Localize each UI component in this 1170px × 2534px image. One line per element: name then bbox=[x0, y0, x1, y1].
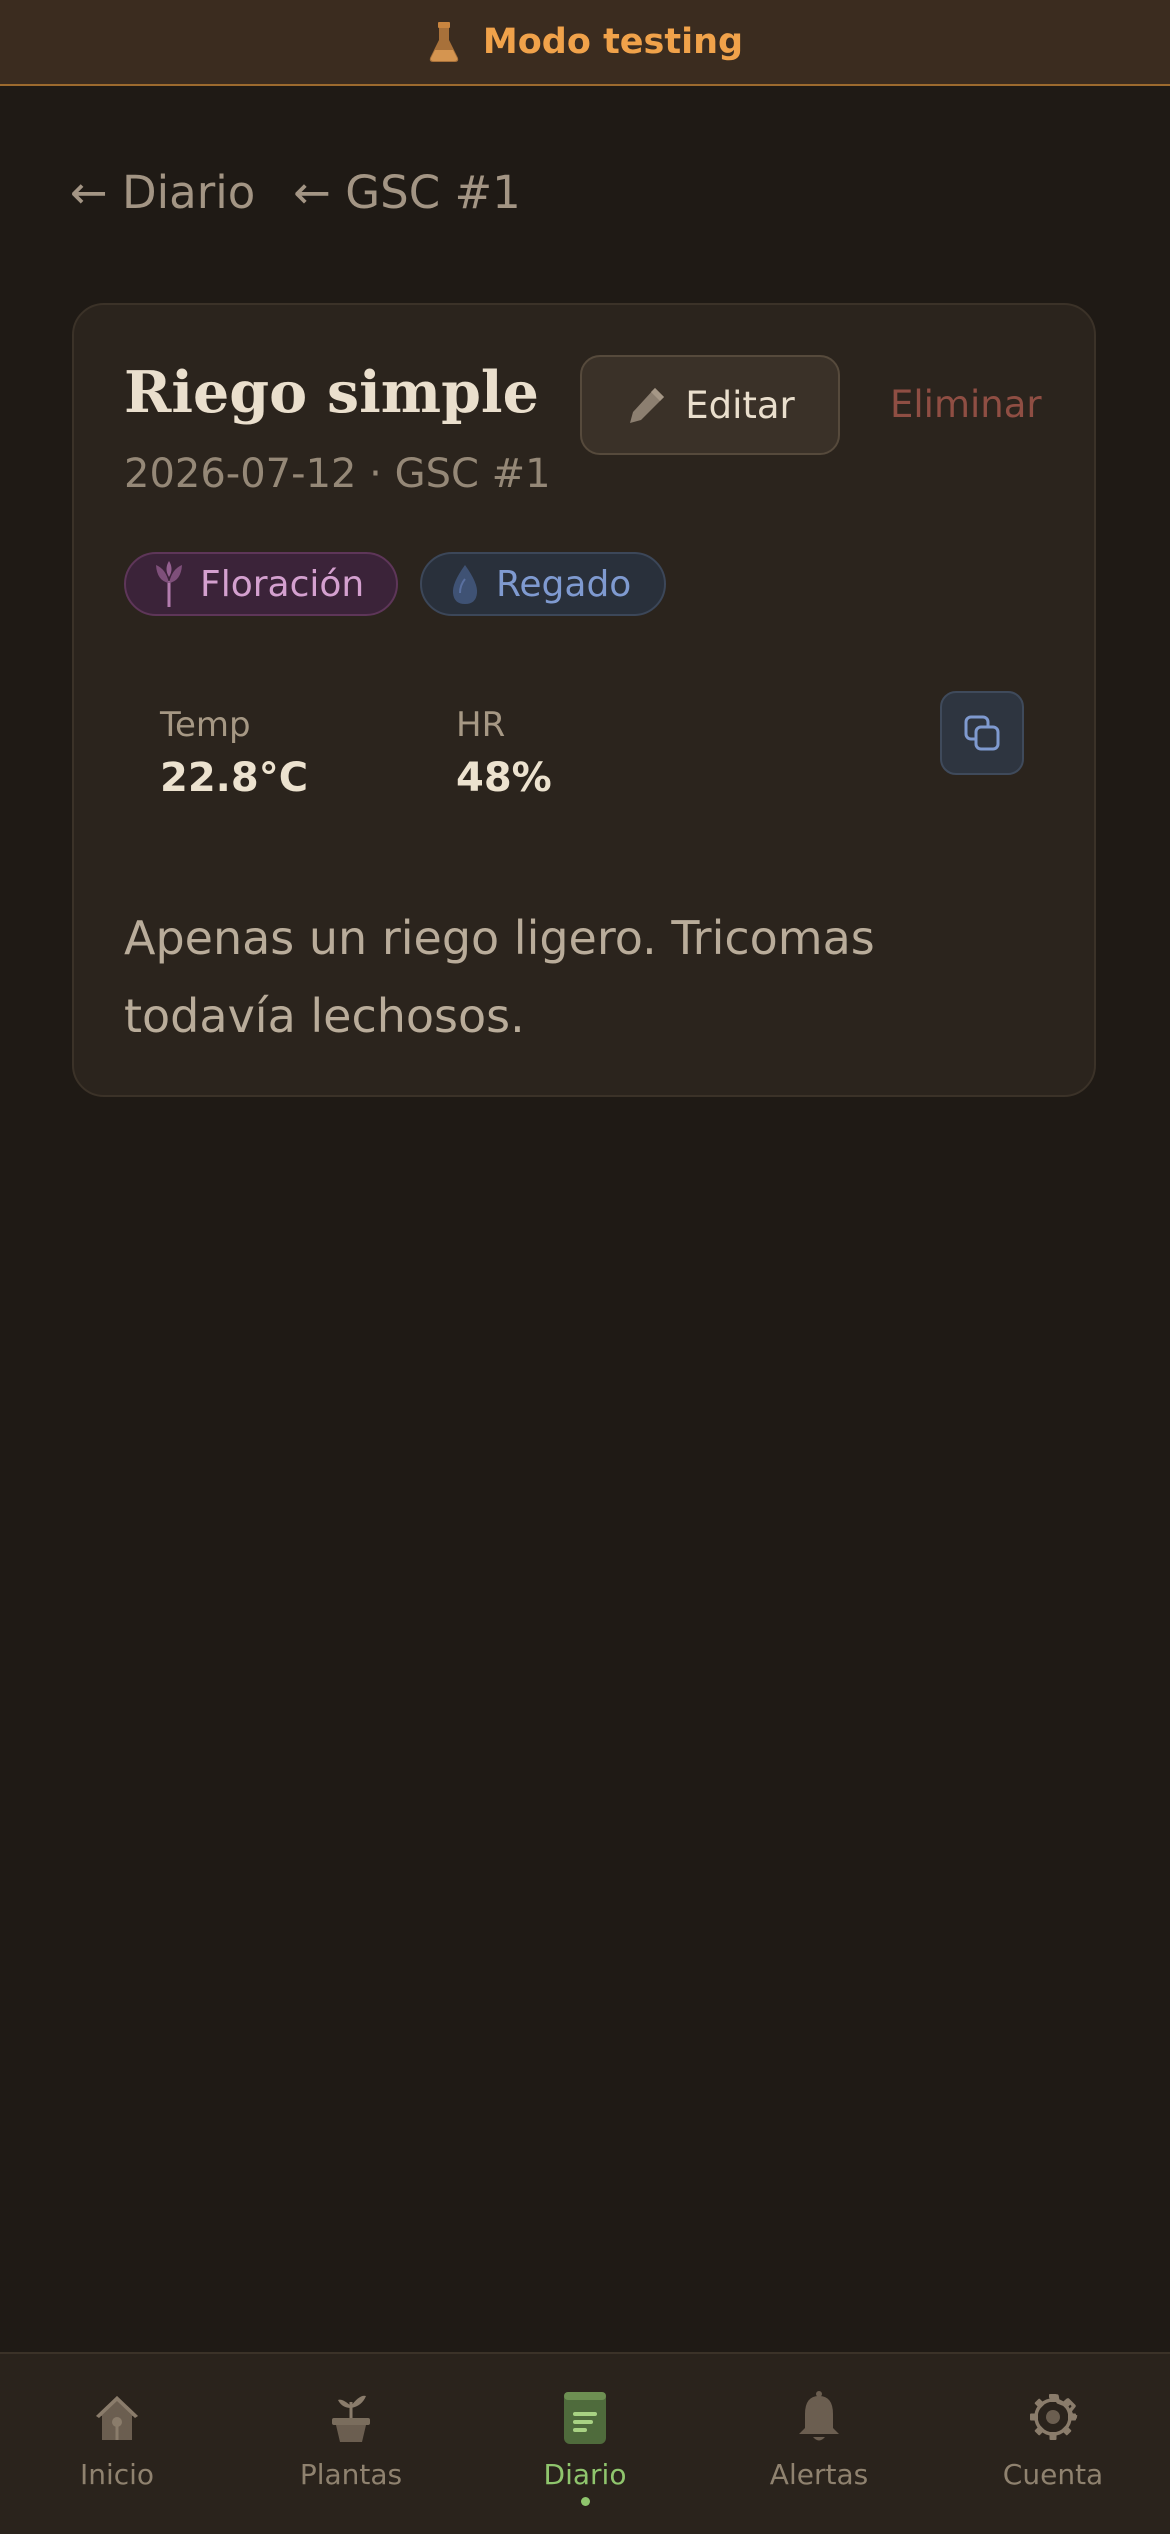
humidity-label: HR bbox=[456, 705, 506, 745]
testing-mode-label: Modo testing bbox=[482, 22, 744, 62]
nav-item-cuenta[interactable]: Cuenta bbox=[936, 2354, 1170, 2532]
bottom-navigation: Inicio Plantas Diario Alertas Cuenta bbox=[0, 2352, 1170, 2534]
nav-label-cuenta: Cuenta bbox=[1002, 2458, 1104, 2491]
nav-label-inicio: Inicio bbox=[79, 2458, 155, 2491]
water-drop-icon bbox=[452, 565, 478, 604]
flower-stem-icon bbox=[156, 561, 182, 607]
back-to-diario-link[interactable]: ← Diario bbox=[70, 166, 255, 219]
stage-tag-flowering: Floración bbox=[124, 552, 398, 616]
temperature-label: Temp bbox=[160, 705, 251, 745]
journal-entry-card: Riego simple 2026-07-12 · GSC #1 Editar … bbox=[72, 303, 1096, 1097]
humidity-value: 48% bbox=[456, 755, 552, 801]
plant-pot-icon bbox=[332, 2395, 370, 2442]
edit-button[interactable]: Editar bbox=[580, 355, 840, 455]
temperature-value: 22.8°C bbox=[160, 755, 309, 801]
nav-label-plantas: Plantas bbox=[299, 2458, 403, 2491]
edit-button-label: Editar bbox=[685, 383, 795, 427]
action-tag-watered: Regado bbox=[420, 552, 666, 616]
pencil-icon bbox=[630, 388, 665, 423]
entry-date-plant: 2026-07-12 · GSC #1 bbox=[124, 451, 551, 497]
nav-label-alertas: Alertas bbox=[769, 2458, 869, 2491]
action-tag-label: Regado bbox=[496, 563, 632, 605]
back-to-plant-link[interactable]: ← GSC #1 bbox=[293, 166, 521, 219]
flask-icon bbox=[429, 22, 459, 62]
delete-button[interactable]: Eliminar bbox=[890, 383, 1042, 426]
journal-icon bbox=[564, 2392, 606, 2444]
nav-item-inicio[interactable]: Inicio bbox=[0, 2354, 234, 2532]
copy-icon bbox=[964, 715, 1000, 751]
gear-icon bbox=[1030, 2394, 1078, 2440]
stage-tag-label: Floración bbox=[200, 563, 365, 605]
entry-title: Riego simple bbox=[124, 359, 539, 426]
nav-item-alertas[interactable]: Alertas bbox=[702, 2354, 936, 2532]
home-icon bbox=[96, 2396, 138, 2440]
bell-icon bbox=[799, 2391, 839, 2441]
nav-label-diario: Diario bbox=[543, 2458, 627, 2491]
breadcrumb: ← Diario ← GSC #1 bbox=[70, 166, 521, 219]
copy-button[interactable] bbox=[940, 691, 1024, 775]
entry-notes: Apenas un riego ligero. Tricomas todavía… bbox=[124, 911, 875, 1043]
active-indicator-dot bbox=[581, 2497, 590, 2506]
nav-item-diario[interactable]: Diario bbox=[468, 2354, 702, 2532]
nav-item-plantas[interactable]: Plantas bbox=[234, 2354, 468, 2532]
testing-mode-banner: Modo testing bbox=[0, 0, 1170, 86]
